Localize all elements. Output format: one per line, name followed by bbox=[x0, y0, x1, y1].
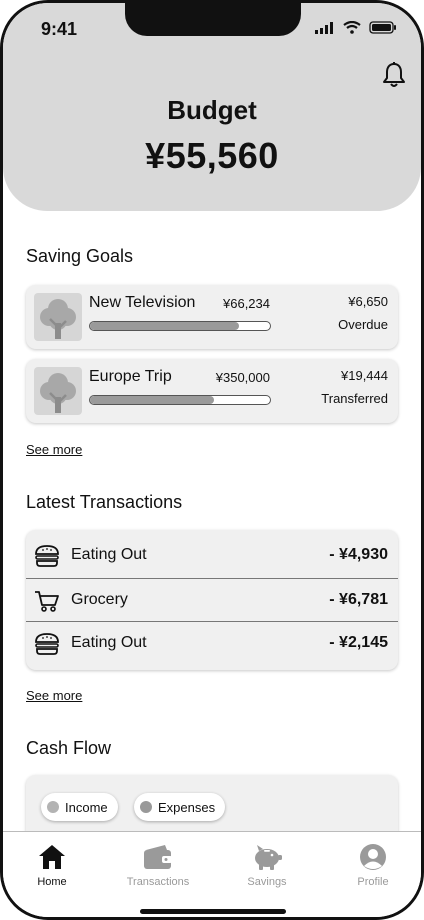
goal-progress-fill bbox=[90, 396, 215, 404]
tab-label: Transactions bbox=[126, 876, 190, 888]
tab-home[interactable]: Home bbox=[7, 842, 97, 888]
goal-target: ¥66,234 bbox=[223, 296, 270, 311]
tree-icon bbox=[34, 367, 82, 415]
income-legend-chip[interactable]: Income bbox=[41, 793, 118, 821]
expenses-dot bbox=[140, 801, 152, 813]
notch bbox=[125, 3, 301, 36]
income-label: Income bbox=[65, 799, 108, 815]
bell-icon bbox=[383, 62, 405, 87]
latest-transactions-title: Latest Transactions bbox=[26, 492, 183, 512]
goal-target: ¥350,000 bbox=[215, 370, 270, 385]
burger-icon bbox=[35, 545, 59, 567]
saving-goals-title: Saving Goals bbox=[26, 246, 134, 266]
tab-label: Savings bbox=[247, 876, 287, 888]
goal-progress-bar bbox=[89, 321, 271, 331]
transaction-label: Eating Out bbox=[71, 546, 147, 563]
transaction-row[interactable]: Eating Out - ¥4,930 bbox=[26, 534, 398, 578]
transactions-card: Eating Out - ¥4,930 Grocery - ¥6,781 Eat… bbox=[26, 530, 398, 670]
transaction-row[interactable]: Grocery - ¥6,781 bbox=[26, 578, 398, 622]
transaction-label: Grocery bbox=[71, 591, 128, 608]
phone-frame: 9:41 Budget ¥55,560 Saving Goals New Tel… bbox=[0, 0, 424, 920]
tab-label: Home bbox=[37, 876, 67, 888]
goal-saved: ¥6,650 bbox=[348, 294, 388, 309]
wallet-icon bbox=[144, 845, 172, 869]
transactions-see-more-link[interactable]: See more bbox=[26, 688, 82, 703]
income-dot bbox=[47, 801, 59, 813]
tree-icon bbox=[34, 293, 82, 341]
wifi-icon bbox=[343, 21, 361, 34]
page-title: Budget bbox=[167, 95, 257, 125]
cash-flow-title: Cash Flow bbox=[26, 738, 112, 758]
signal-icon bbox=[315, 21, 333, 34]
transaction-label: Eating Out bbox=[71, 634, 147, 651]
transaction-amount: - ¥6,781 bbox=[329, 591, 388, 608]
status-icons bbox=[315, 21, 397, 34]
notification-button[interactable] bbox=[381, 61, 407, 94]
goal-name: Europe Trip bbox=[89, 368, 172, 385]
goal-status: Overdue bbox=[338, 317, 388, 332]
goal-progress-fill bbox=[90, 322, 240, 330]
bottom-tab-bar: Home Transactions Savings Profile bbox=[3, 831, 421, 917]
burger-icon bbox=[35, 633, 59, 655]
budget-amount: ¥55,560 bbox=[145, 135, 279, 176]
tab-transactions[interactable]: Transactions bbox=[113, 842, 203, 888]
goal-name: New Television bbox=[89, 294, 196, 311]
piggy-bank-icon bbox=[255, 845, 282, 870]
tab-profile[interactable]: Profile bbox=[328, 842, 418, 888]
goal-saved: ¥19,444 bbox=[341, 368, 388, 383]
cart-icon bbox=[35, 591, 59, 612]
tab-savings[interactable]: Savings bbox=[222, 842, 312, 888]
transaction-amount: - ¥4,930 bbox=[329, 546, 388, 563]
expenses-label: Expenses bbox=[158, 799, 216, 815]
profile-icon bbox=[360, 844, 386, 870]
saving-goal-card[interactable]: New Television ¥66,234 ¥6,650 Overdue bbox=[26, 285, 398, 349]
goal-progress-bar bbox=[89, 395, 271, 405]
battery-icon bbox=[369, 21, 396, 34]
goal-status: Transferred bbox=[321, 391, 388, 406]
saving-goal-card[interactable]: Europe Trip ¥350,000 ¥19,444 Transferred bbox=[26, 359, 398, 423]
transaction-amount: - ¥2,145 bbox=[329, 634, 388, 651]
home-indicator bbox=[140, 909, 286, 914]
transaction-row[interactable]: Eating Out - ¥2,145 bbox=[26, 621, 398, 665]
saving-goals-see-more-link[interactable]: See more bbox=[26, 442, 82, 457]
status-time: 9:41 bbox=[41, 19, 78, 39]
tab-label: Profile bbox=[357, 876, 389, 888]
expenses-legend-chip[interactable]: Expenses bbox=[134, 793, 226, 821]
budget-header: 9:41 Budget ¥55,560 bbox=[3, 3, 421, 211]
home-icon bbox=[39, 845, 65, 869]
